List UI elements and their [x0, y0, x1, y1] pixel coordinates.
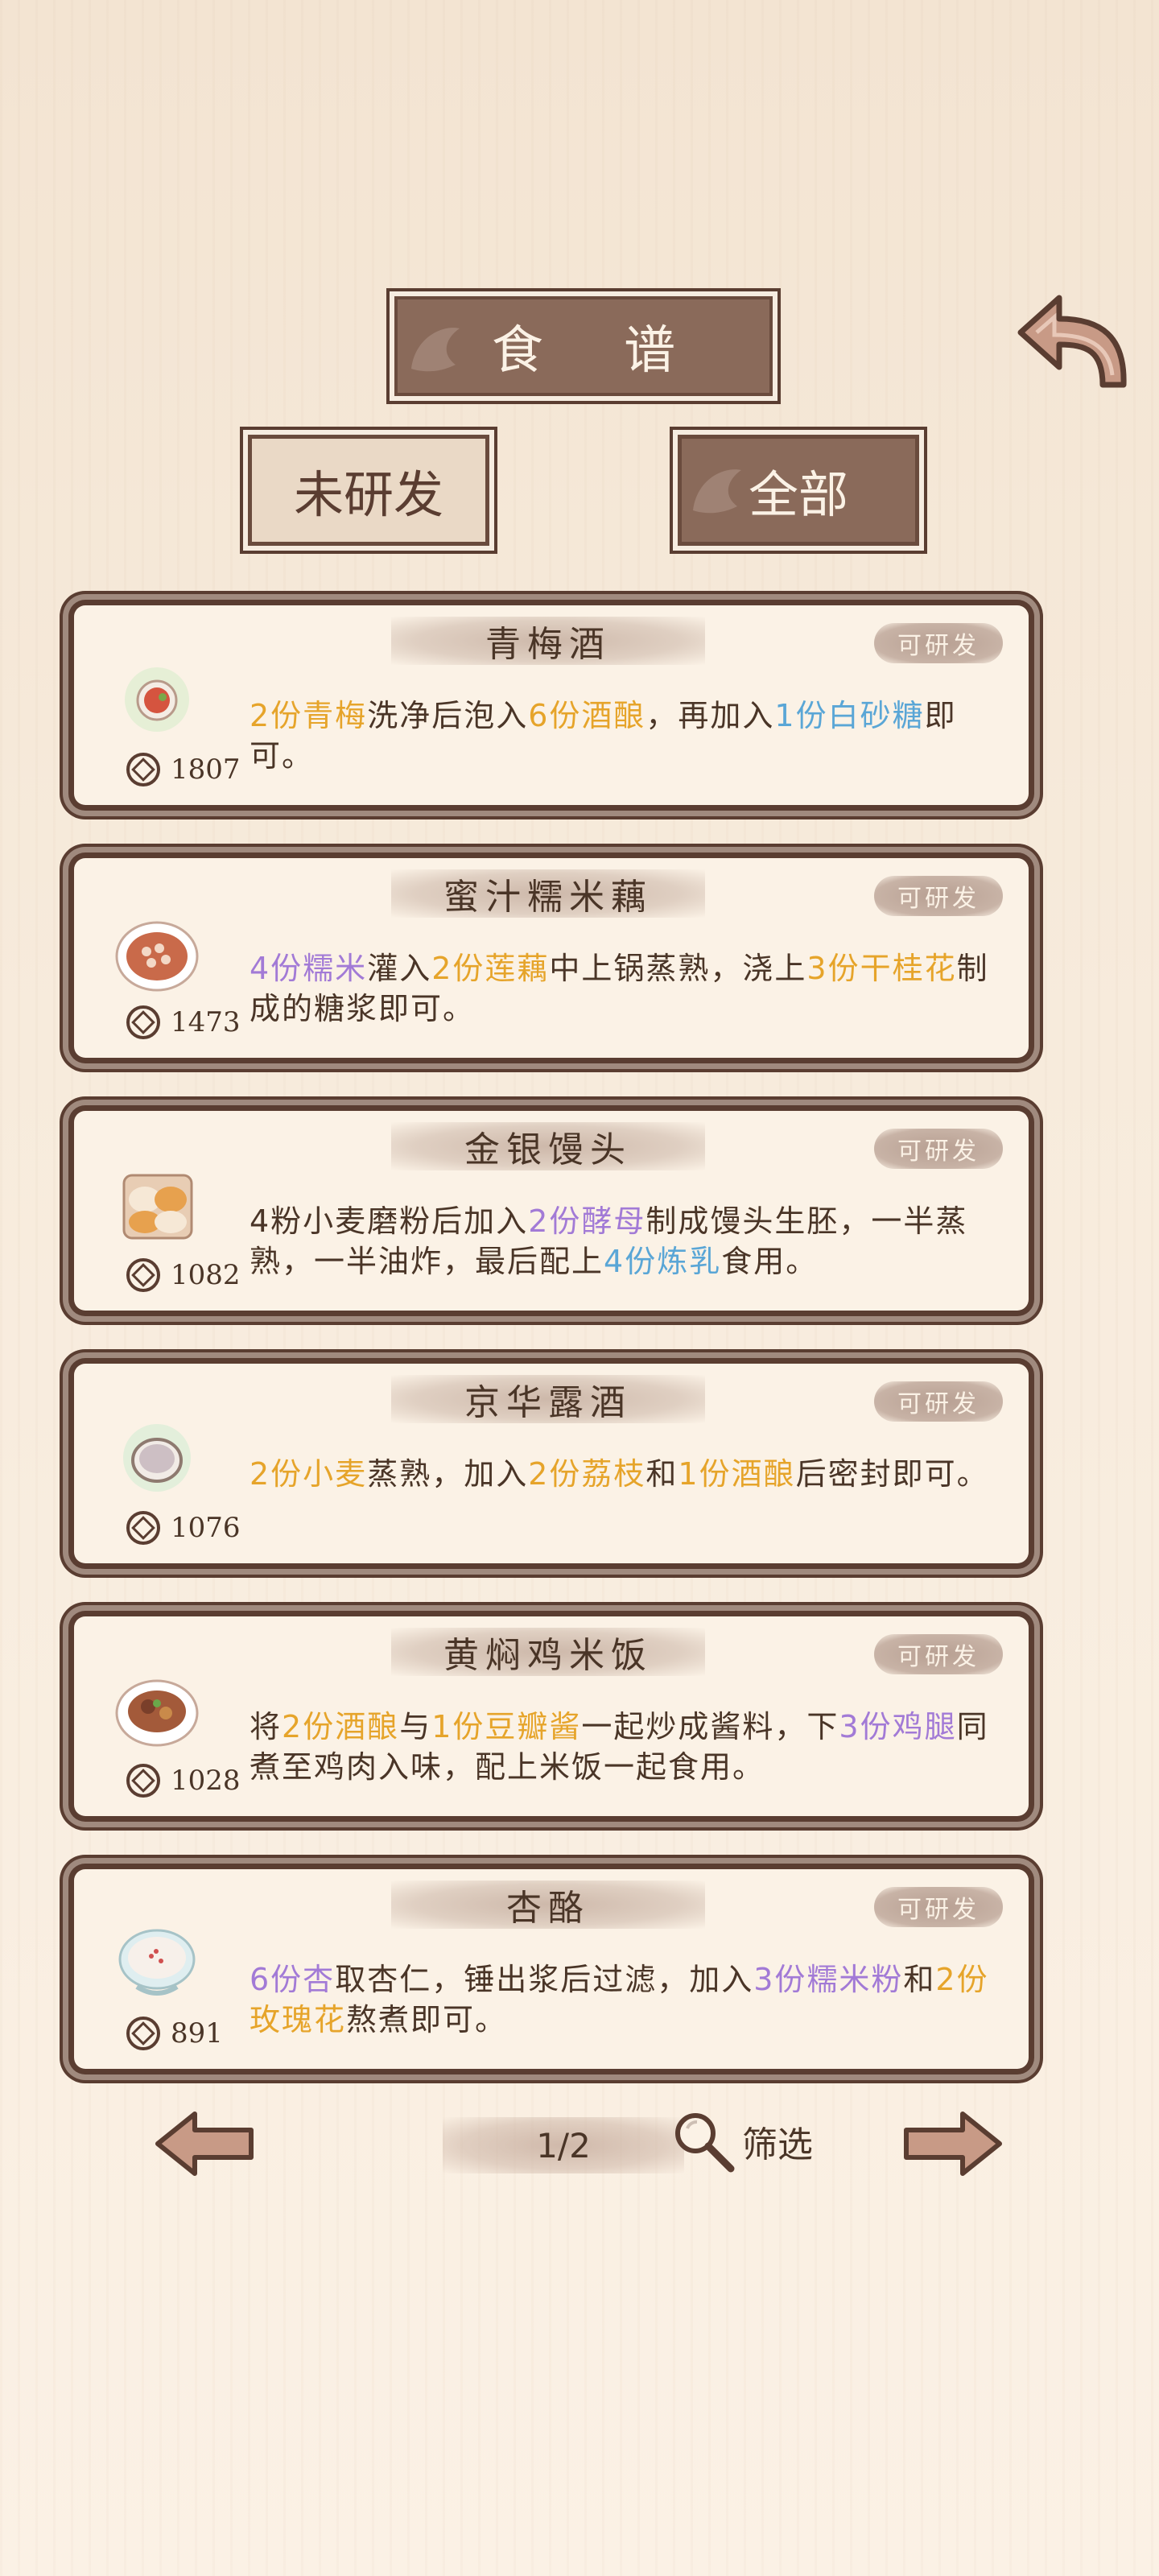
recipe-name: 京华露酒: [391, 1375, 705, 1423]
recipe-description: 4份糯米灌入2份莲藕中上锅蒸熟，浇上3份干桂花制成的糖浆即可。: [250, 948, 990, 1029]
ingredient-highlight: 1份酒酿: [678, 1456, 796, 1492]
recipe-description: 将2份酒酿与1份豆瓣酱一起炒成酱料，下3份鸡腿同煮至鸡肉入味，配上米饭一起食用。: [250, 1707, 990, 1787]
ingredient-highlight: 2份小麦: [250, 1456, 368, 1492]
recipe-description: 4粉小麦磨粉后加入2份酵母制成馒头生胚，一半蒸熟，一半油炸，最后配上4份炼乳食用…: [250, 1201, 990, 1282]
recipe-card[interactable]: 杏酪 可研发 891 6份杏取杏仁，锤出浆后过滤，加入3份糯米粉和2份玫瑰花熬煮即可。: [74, 1869, 1029, 2069]
filter-button[interactable]: 筛选: [670, 2107, 813, 2175]
almond-pudding-bowl-icon: [118, 1929, 196, 1996]
lotus-root-plate-icon: [115, 921, 199, 992]
recipe-price: 1807: [171, 753, 241, 786]
price-row: 1082: [126, 1257, 241, 1293]
recipe-card[interactable]: 黄焖鸡米饭 可研发 1028 将2份酒酿与1份豆瓣酱一起炒成酱料，下3份鸡腿同煮至鸡肉…: [74, 1616, 1029, 1816]
description-text: 灌入: [367, 951, 432, 986]
price-row: 1807: [126, 752, 241, 787]
ingredient-highlight: 6份酒酿: [528, 698, 646, 733]
recipe-card[interactable]: 蜜汁糯米藕 可研发 1473 4份糯米灌入2份莲藕中上锅蒸熟，浇上3份干桂花制成的糖浆…: [74, 858, 1029, 1058]
filter-label: 筛选: [742, 2124, 813, 2165]
ingredient-highlight: 3份糯米粉: [753, 1962, 904, 1997]
recipe-name: 青梅酒: [391, 617, 705, 665]
coin-icon: [126, 2017, 160, 2050]
leaf-decoration-icon: [693, 469, 741, 514]
ingredient-highlight: 2份莲藕: [431, 951, 550, 986]
price-row: 1028: [126, 1763, 241, 1798]
tab-undeveloped[interactable]: 未研发: [240, 427, 497, 554]
recipe-name: 黄焖鸡米饭: [391, 1628, 705, 1676]
description-text: 后密封即可。: [795, 1456, 989, 1492]
description-text: 4粉小麦磨粉后加入: [250, 1203, 529, 1239]
price-row: 1076: [126, 1510, 241, 1546]
description-text: 食用。: [721, 1244, 819, 1279]
description-text: 将: [250, 1709, 283, 1744]
recipe-price: 1028: [171, 1765, 241, 1797]
braised-chicken-bowl-icon: [115, 1679, 199, 1747]
ingredient-highlight: 6份杏: [250, 1962, 336, 1997]
coin-icon: [126, 1764, 160, 1798]
develop-badge[interactable]: 可研发: [874, 1634, 1003, 1674]
tab-all-label: 全部: [748, 465, 848, 524]
ingredient-highlight: 1份白砂糖: [774, 698, 925, 733]
ingredient-highlight: 2份青梅: [250, 698, 368, 733]
coin-icon: [126, 1005, 160, 1039]
recipe-card[interactable]: 金银馒头 可研发 1082 4粉小麦磨粉后加入2份酵母制成馒头生胚，一半蒸熟，一半油炸…: [74, 1111, 1029, 1311]
coin-icon: [126, 1258, 160, 1292]
ingredient-highlight: 3份鸡腿: [839, 1709, 957, 1744]
price-row: 891: [126, 2016, 223, 2051]
magnifier-icon: [675, 2113, 735, 2173]
recipe-name: 杏酪: [391, 1880, 705, 1929]
page-title-text: 食 谱: [491, 321, 708, 381]
description-text: 和: [645, 1456, 678, 1492]
tab-all[interactable]: 全部: [670, 427, 927, 554]
steamed-buns-icon: [122, 1174, 193, 1240]
page-indicator: 1/2: [443, 2117, 684, 2174]
coin-icon: [126, 1511, 160, 1545]
ingredient-highlight: 2份荔枝: [528, 1456, 646, 1492]
develop-badge[interactable]: 可研发: [874, 1381, 1003, 1422]
develop-badge[interactable]: 可研发: [874, 1887, 1003, 1927]
develop-badge[interactable]: 可研发: [874, 876, 1003, 916]
recipe-price: 1076: [171, 1512, 241, 1544]
ingredient-highlight: 2份酵母: [528, 1203, 646, 1239]
page-title: 食 谱: [386, 288, 781, 404]
next-page-arrow-icon[interactable]: [900, 2107, 1004, 2180]
coin-icon: [126, 753, 160, 786]
ingredient-highlight: 4份炼乳: [604, 1244, 722, 1279]
recipe-name: 金银馒头: [391, 1122, 705, 1170]
plum-wine-cup-icon: [125, 667, 189, 732]
recipe-price: 1473: [171, 1006, 241, 1038]
description-text: 洗净后泡入: [367, 698, 529, 733]
ingredient-highlight: 2份酒酿: [282, 1709, 400, 1744]
recipe-description: 2份青梅洗净后泡入6份酒酿，再加入1份白砂糖即可。: [250, 696, 990, 776]
description-text: 取杏仁，锤出浆后过滤，加入: [335, 1962, 754, 1997]
recipe-price: 891: [171, 2017, 223, 2050]
description-text: 蒸熟，加入: [367, 1456, 529, 1492]
recipe-description: 6份杏取杏仁，锤出浆后过滤，加入3份糯米粉和2份玫瑰花熬煮即可。: [250, 1959, 990, 2040]
recipe-card[interactable]: 青梅酒 可研发 1807 2份青梅洗净后泡入6份酒酿，再加入1份白砂糖即可。: [74, 605, 1029, 805]
wine-bowl-icon: [123, 1424, 191, 1492]
description-text: 中上锅蒸熟，浇上: [549, 951, 807, 986]
description-text: 一起炒成酱料，下: [581, 1709, 839, 1744]
prev-page-arrow-icon[interactable]: [153, 2107, 258, 2180]
ingredient-highlight: 3份干桂花: [806, 951, 957, 986]
description-text: ，再加入: [645, 698, 775, 733]
price-row: 1473: [126, 1005, 241, 1040]
develop-badge[interactable]: 可研发: [874, 623, 1003, 663]
recipe-price: 1082: [171, 1259, 241, 1291]
back-arrow-icon[interactable]: [1013, 288, 1133, 401]
ingredient-highlight: 1份豆瓣酱: [431, 1709, 582, 1744]
recipe-name: 蜜汁糯米藕: [391, 869, 705, 918]
leaf-decoration-icon: [411, 328, 460, 372]
develop-badge[interactable]: 可研发: [874, 1129, 1003, 1169]
description-text: 熬煮即可。: [346, 2002, 508, 2037]
description-text: 与: [399, 1709, 432, 1744]
description-text: 和: [903, 1962, 936, 1997]
ingredient-highlight: 4份糯米: [250, 951, 368, 986]
recipe-description: 2份小麦蒸熟，加入2份荔枝和1份酒酿后密封即可。: [250, 1454, 990, 1494]
recipe-card[interactable]: 京华露酒 可研发 1076 2份小麦蒸熟，加入2份荔枝和1份酒酿后密封即可。: [74, 1364, 1029, 1563]
